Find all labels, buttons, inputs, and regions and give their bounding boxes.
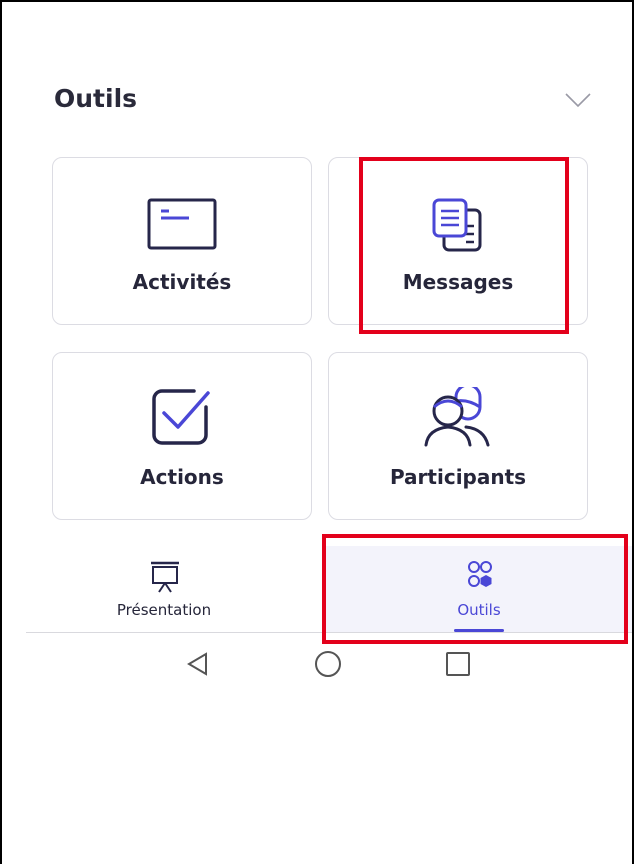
nav-label: Outils bbox=[457, 601, 501, 619]
tool-label: Messages bbox=[402, 270, 514, 294]
tool-label: Actions bbox=[140, 465, 224, 489]
app-screen: Outils Activités Messages Actions Partic… bbox=[0, 0, 634, 864]
chevron-down-icon[interactable] bbox=[564, 90, 592, 110]
tool-label: Participants bbox=[389, 465, 527, 489]
back-icon[interactable] bbox=[182, 648, 214, 680]
tools-grid-icon bbox=[468, 561, 492, 587]
bottom-nav: Présentation Outils bbox=[26, 546, 632, 633]
active-tab-indicator bbox=[454, 629, 504, 632]
tools-header: Outils bbox=[54, 82, 594, 126]
system-nav-bar bbox=[2, 642, 632, 686]
participants-icon bbox=[424, 387, 490, 447]
tool-label: Activités bbox=[132, 270, 232, 294]
tool-card-activites[interactable]: Activités bbox=[52, 157, 312, 325]
presentation-icon bbox=[151, 561, 179, 593]
nav-item-presentation[interactable]: Présentation bbox=[26, 546, 302, 632]
tool-card-participants[interactable]: Participants bbox=[328, 352, 588, 520]
page-title: Outils bbox=[54, 84, 138, 113]
messages-icon bbox=[432, 198, 482, 252]
activity-board-icon bbox=[147, 198, 217, 250]
recents-icon[interactable] bbox=[442, 648, 474, 680]
tool-card-messages[interactable]: Messages bbox=[328, 157, 588, 325]
tool-card-actions[interactable]: Actions bbox=[52, 352, 312, 520]
nav-label: Présentation bbox=[116, 601, 212, 619]
nav-item-outils[interactable]: Outils bbox=[326, 546, 632, 632]
checkbox-icon bbox=[152, 389, 210, 445]
home-icon[interactable] bbox=[312, 648, 344, 680]
